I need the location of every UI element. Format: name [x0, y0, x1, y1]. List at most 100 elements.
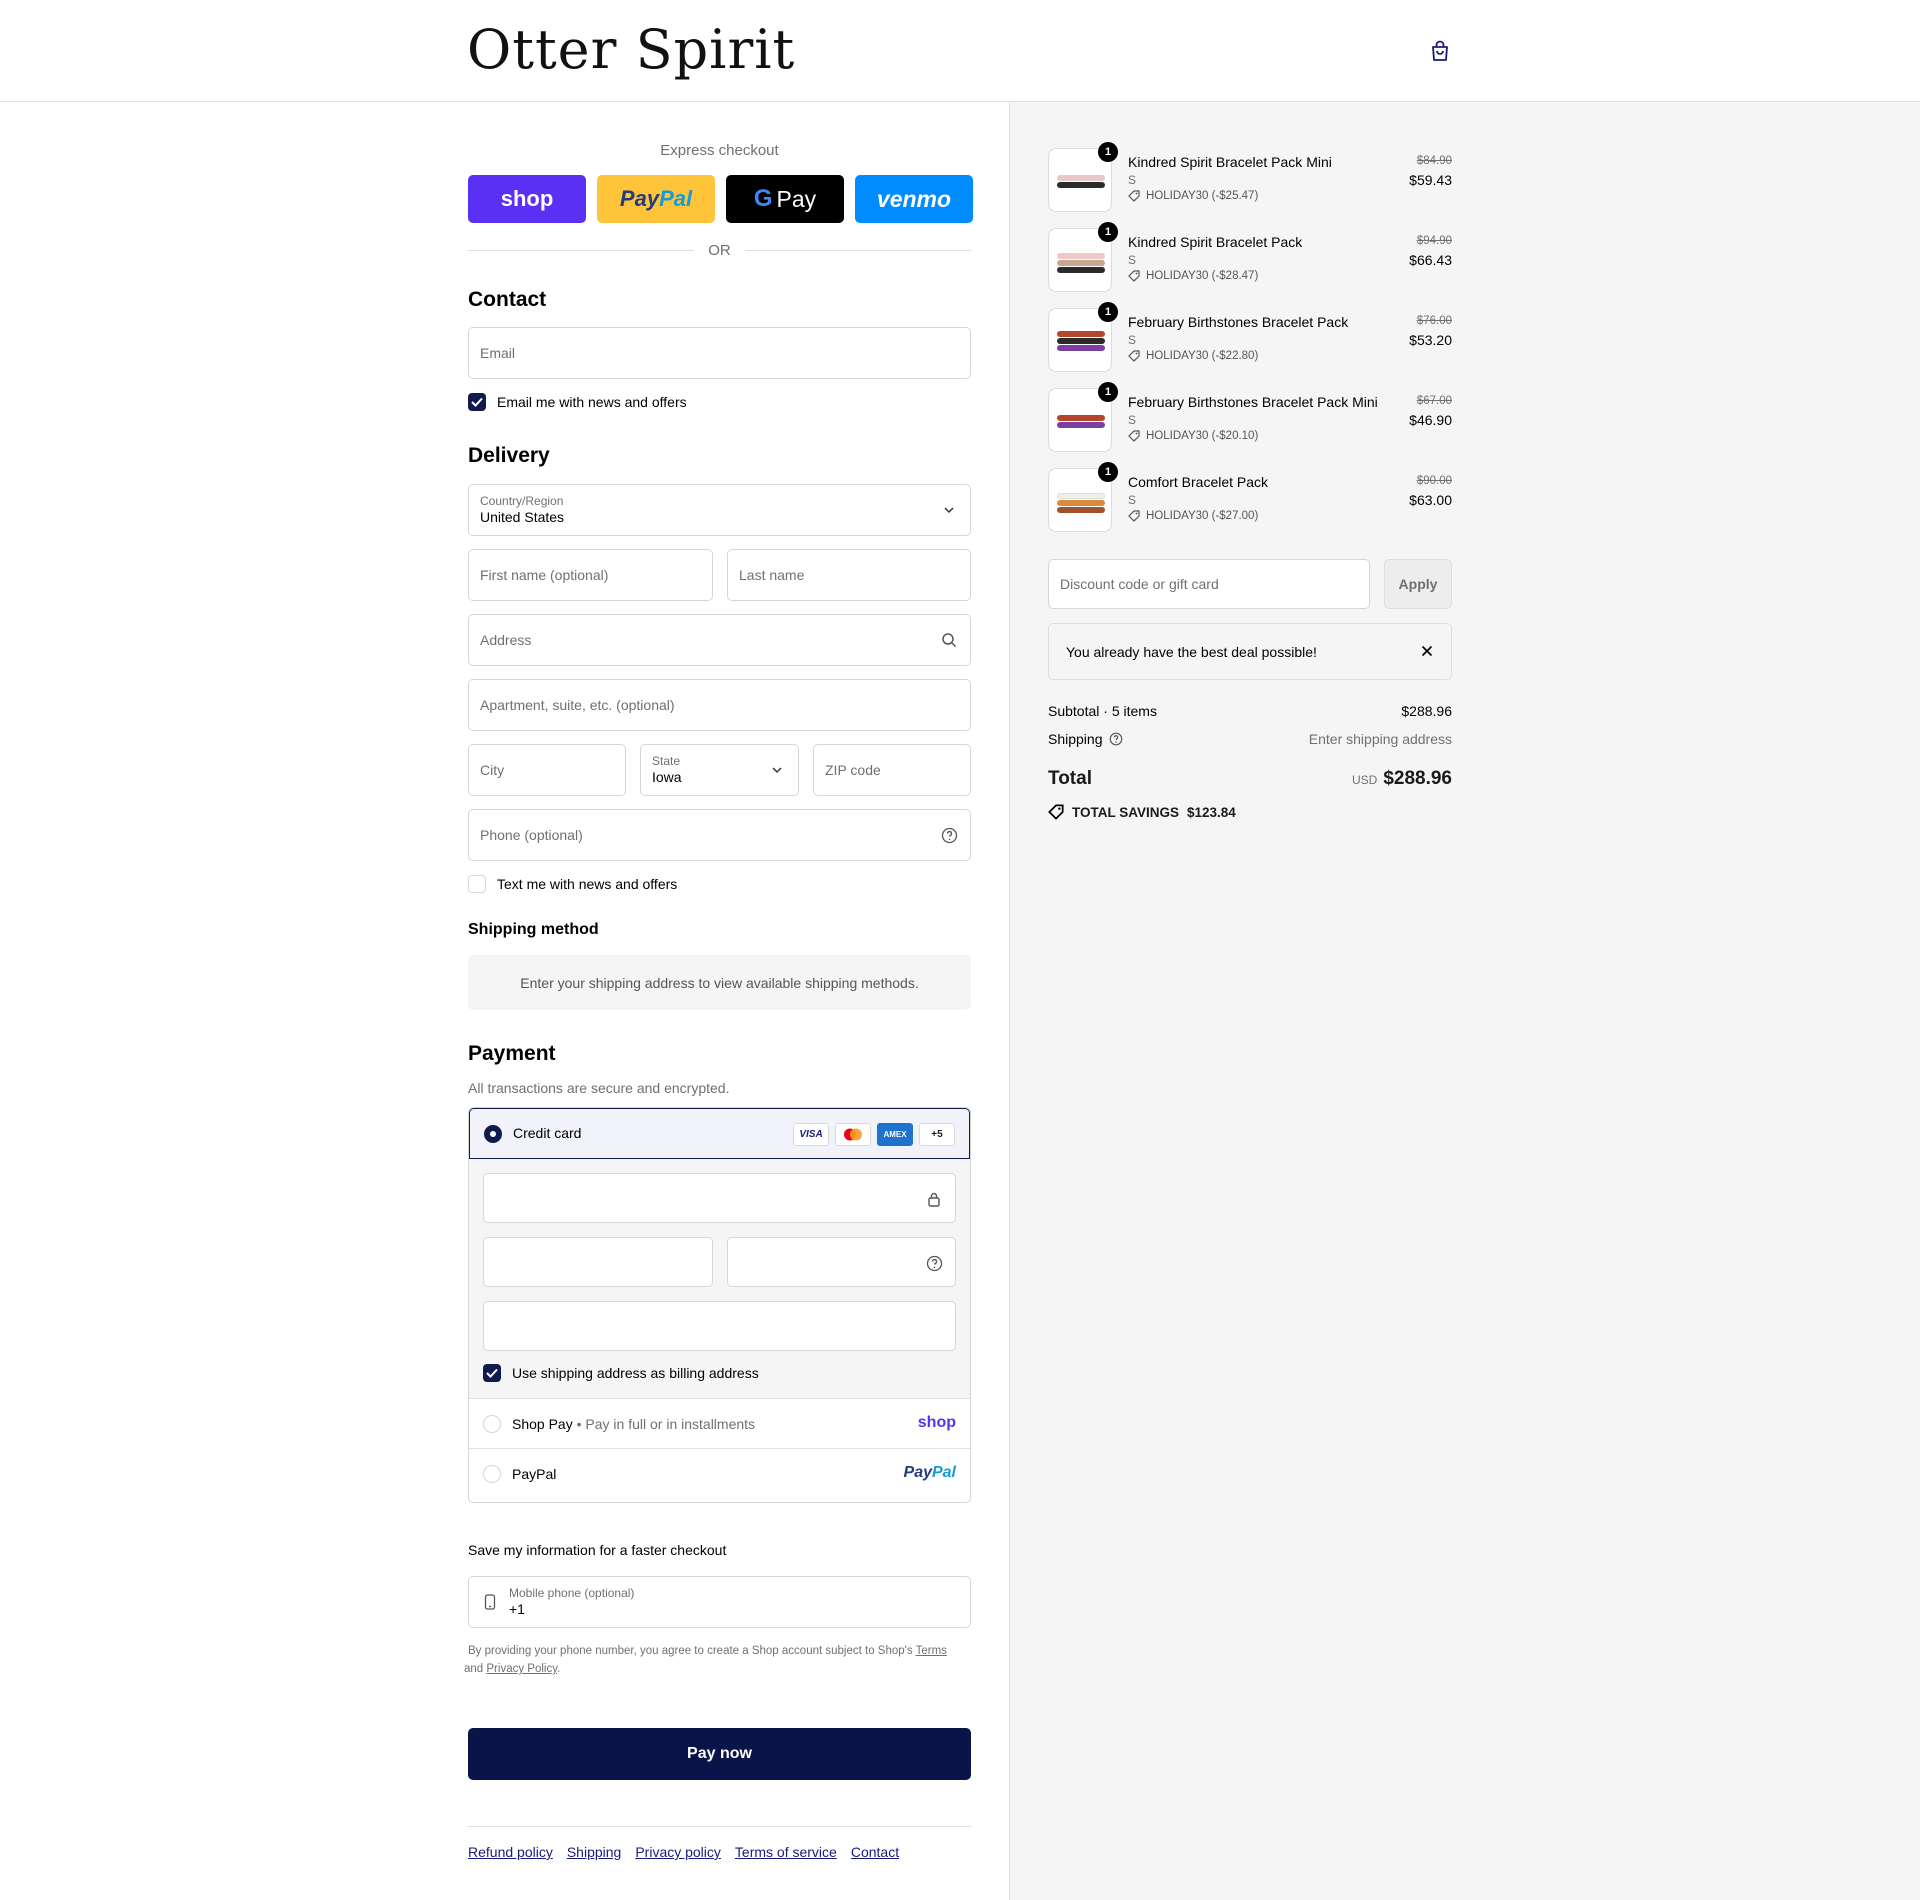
- chevron-down-icon: [768, 761, 786, 779]
- paypal-radio[interactable]: [483, 1465, 501, 1483]
- shop-legal-text: By providing your phone number, you agre…: [464, 1645, 947, 1675]
- express-checkout-title: Express checkout: [660, 142, 779, 159]
- apply-discount-button[interactable]: Apply: [1384, 559, 1452, 609]
- email-field[interactable]: Email: [468, 327, 971, 379]
- shipping-link[interactable]: Shipping: [567, 1844, 622, 1860]
- item-price: $53.20: [1409, 332, 1452, 348]
- mobile-phone-icon: [481, 1593, 499, 1611]
- help-circle-icon[interactable]: [925, 1254, 943, 1272]
- billing-address-checkbox-row[interactable]: Use shipping address as billing address: [483, 1364, 759, 1382]
- state-select[interactable]: State Iowa: [640, 744, 799, 796]
- text-news-checkbox-row[interactable]: Text me with news and offers: [468, 875, 677, 893]
- express-checkout-buttons: shop Pay Pal G Pay venmo: [468, 175, 973, 223]
- expiration-date-field[interactable]: [483, 1237, 713, 1287]
- item-variant: S: [1128, 173, 1137, 187]
- item-original-price: $84.90: [1416, 155, 1452, 167]
- item-name: Kindred Spirit Bracelet Pack: [1128, 234, 1303, 250]
- cart-item: 1 February Birthstones Bracelet Pack Min…: [1048, 382, 1452, 454]
- shop-pay-express-button[interactable]: shop: [468, 175, 586, 223]
- currency-code: USD: [1351, 773, 1378, 787]
- paypal-option[interactable]: PayPal PayPal: [469, 1449, 970, 1499]
- name-on-card-field[interactable]: [483, 1301, 956, 1351]
- email-news-checkbox[interactable]: [468, 393, 486, 411]
- apartment-field[interactable]: Apartment, suite, etc. (optional): [468, 679, 971, 731]
- site-header: Otter Spirit: [0, 0, 1920, 102]
- item-discount: HOLIDAY30 (-$27.00): [1128, 510, 1258, 522]
- shop-pay-option[interactable]: Shop Pay • Pay in full or in installment…: [469, 1399, 970, 1449]
- google-g-icon: G: [753, 185, 773, 212]
- shopping-bag-icon[interactable]: [1426, 36, 1454, 66]
- security-code-field[interactable]: [727, 1237, 956, 1287]
- privacy-policy-link[interactable]: Privacy Policy: [486, 1663, 557, 1675]
- item-discount: HOLIDAY30 (-$25.47): [1128, 190, 1258, 202]
- total-row: Total USD $288.96: [1048, 768, 1452, 789]
- text-news-checkbox[interactable]: [468, 875, 486, 893]
- shipping-row: Shipping Enter shipping address: [1048, 731, 1452, 747]
- terms-of-service-link[interactable]: Terms of service: [735, 1844, 837, 1860]
- credit-card-radio[interactable]: [484, 1125, 502, 1143]
- delivery-heading: Delivery: [468, 444, 550, 467]
- item-original-price: $67.00: [1416, 395, 1452, 407]
- shop-pay-radio[interactable]: [483, 1415, 501, 1433]
- item-price: $59.43: [1409, 172, 1452, 188]
- footer-links: Refund policy Shipping Privacy policy Te…: [468, 1844, 899, 1860]
- close-icon[interactable]: [1419, 643, 1435, 659]
- contact-link[interactable]: Contact: [851, 1844, 899, 1860]
- shipping-method-heading: Shipping method: [468, 921, 599, 938]
- zip-field[interactable]: ZIP code: [813, 744, 971, 796]
- item-price: $66.43: [1409, 252, 1452, 268]
- phone-field[interactable]: Phone (optional): [468, 809, 971, 861]
- help-circle-icon[interactable]: [1109, 732, 1123, 746]
- city-field[interactable]: City: [468, 744, 626, 796]
- paypal-express-button[interactable]: Pay Pal: [597, 175, 715, 223]
- shipping-method-note: Enter your shipping address to view avai…: [468, 955, 971, 1010]
- tag-icon: [1128, 510, 1140, 522]
- payment-subtitle: All transactions are secure and encrypte…: [468, 1080, 730, 1096]
- quantity-badge: 1: [1098, 462, 1118, 482]
- item-price: $63.00: [1409, 492, 1452, 508]
- mobile-phone-field[interactable]: Mobile phone (optional) +1: [468, 1576, 971, 1628]
- google-pay-express-button[interactable]: G Pay: [726, 175, 844, 223]
- item-name: February Birthstones Bracelet Pack: [1128, 314, 1349, 330]
- first-name-field[interactable]: First name (optional): [468, 549, 713, 601]
- brand-logo[interactable]: Otter Spirit: [467, 18, 795, 81]
- country-select[interactable]: Country/Region United States: [468, 484, 971, 536]
- item-name: February Birthstones Bracelet Pack Mini: [1128, 394, 1378, 410]
- quantity-badge: 1: [1098, 382, 1118, 402]
- refund-policy-link[interactable]: Refund policy: [468, 1844, 553, 1860]
- tag-icon: [1048, 804, 1064, 820]
- billing-address-checkbox[interactable]: [483, 1364, 501, 1382]
- help-circle-icon[interactable]: [940, 826, 958, 844]
- terms-link[interactable]: Terms: [916, 1645, 947, 1657]
- item-variant: S: [1128, 493, 1137, 507]
- card-number-field[interactable]: [483, 1173, 956, 1223]
- subtotal-value: $288.96: [1401, 703, 1452, 719]
- cart-item: 1 February Birthstones Bracelet Pack S H…: [1048, 302, 1452, 374]
- item-original-price: $90.00: [1416, 475, 1452, 487]
- privacy-policy-footer-link[interactable]: Privacy policy: [635, 1844, 721, 1860]
- quantity-badge: 1: [1098, 222, 1118, 242]
- search-icon: [940, 631, 958, 649]
- item-name: Kindred Spirit Bracelet Pack Mini: [1128, 154, 1332, 170]
- quantity-badge: 1: [1098, 302, 1118, 322]
- credit-card-option[interactable]: Credit card VISA AMEX +5: [469, 1108, 970, 1159]
- paypal-logo: PayPal: [903, 1464, 956, 1481]
- more-cards-badge: +5: [919, 1123, 955, 1146]
- venmo-express-button[interactable]: venmo: [855, 175, 973, 223]
- address-field[interactable]: Address: [468, 614, 971, 666]
- pay-now-button[interactable]: Pay now: [468, 1728, 971, 1780]
- shop-pay-logo: shop: [917, 1414, 956, 1431]
- lock-icon: [925, 1190, 943, 1208]
- chevron-down-icon: [940, 501, 958, 519]
- quantity-badge: 1: [1098, 142, 1118, 162]
- discount-notice: You already have the best deal possible!: [1048, 623, 1452, 680]
- item-discount: HOLIDAY30 (-$20.10): [1128, 430, 1258, 442]
- discount-code-field[interactable]: Discount code or gift card: [1048, 559, 1370, 609]
- last-name-field[interactable]: Last name: [727, 549, 971, 601]
- item-variant: S: [1128, 253, 1137, 267]
- total-value: $288.96: [1383, 768, 1452, 789]
- credit-card-form: Use shipping address as billing address: [469, 1159, 970, 1399]
- tag-icon: [1128, 350, 1140, 362]
- email-news-checkbox-row[interactable]: Email me with news and offers: [468, 393, 687, 411]
- visa-icon: VISA: [793, 1123, 829, 1146]
